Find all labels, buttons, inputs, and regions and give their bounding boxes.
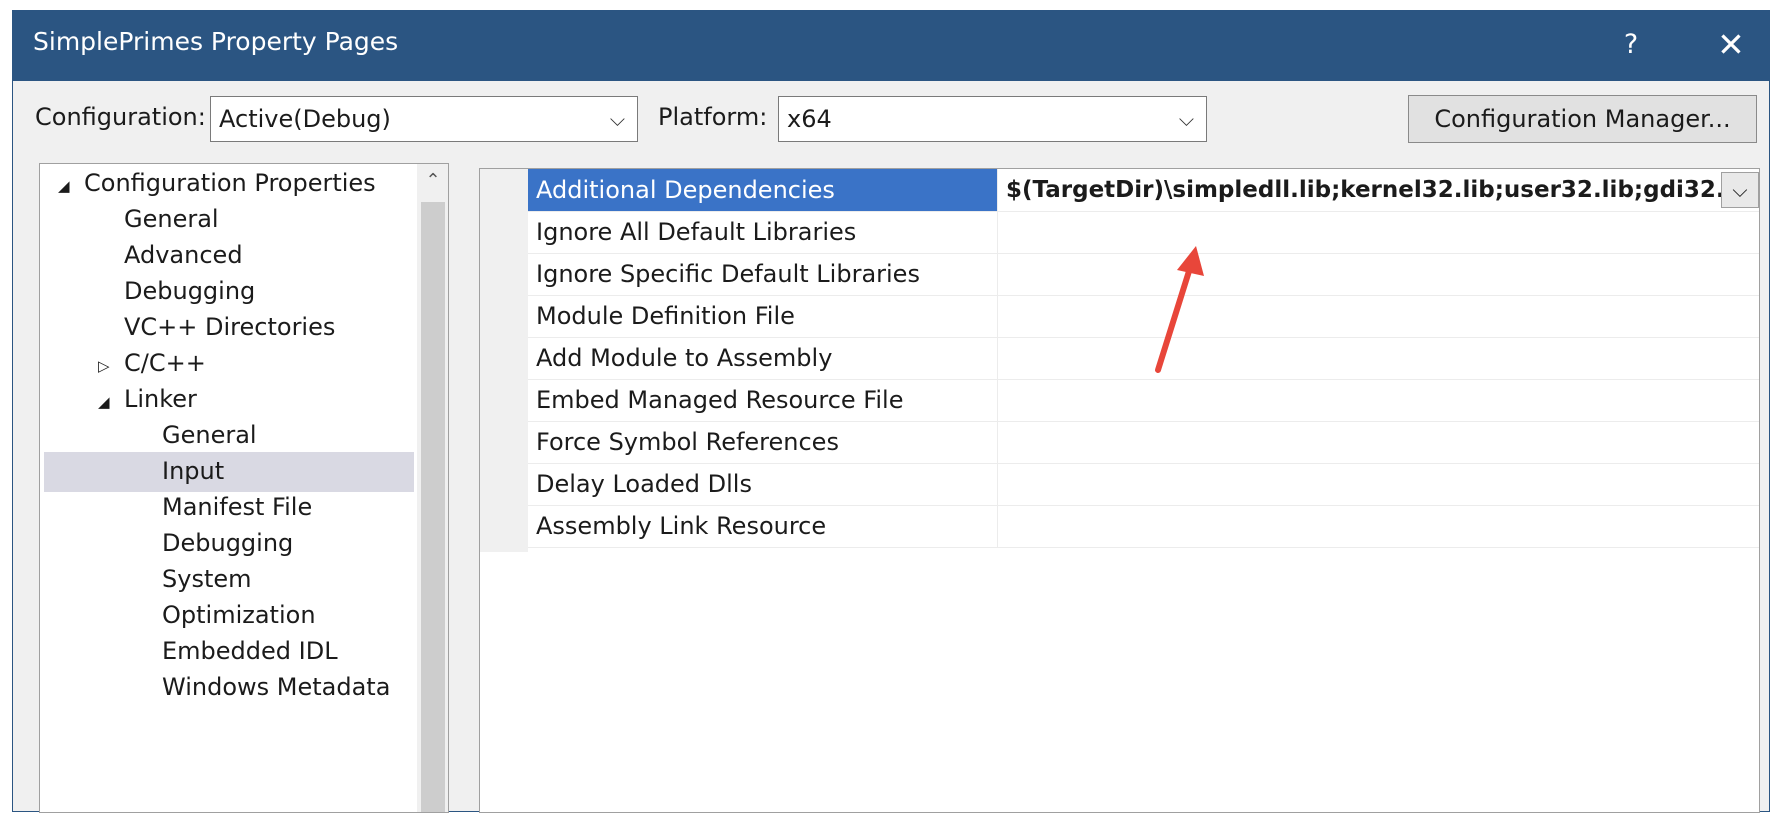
tree-scrollbar[interactable]: ⌃ (417, 164, 448, 812)
scroll-up-icon[interactable]: ⌃ (417, 170, 448, 191)
property-name: Force Symbol References (528, 421, 998, 463)
platform-label: Platform: (658, 103, 768, 131)
tree-item-embedded-idl[interactable]: Embedded IDL (162, 632, 338, 670)
property-name: Ignore All Default Libraries (528, 211, 998, 253)
tree-item-general[interactable]: General (124, 200, 219, 238)
property-name: Assembly Link Resource (528, 505, 998, 547)
grid-row-embed-managed-resource-file[interactable]: Embed Managed Resource File (528, 379, 1759, 422)
platform-value: x64 (787, 105, 832, 133)
grid-row-module-definition-file[interactable]: Module Definition File (528, 295, 1759, 338)
grid-row-additional-dependencies[interactable]: Additional Dependencies $(TargetDir)\sim… (528, 169, 1759, 212)
close-button[interactable]: ✕ (1703, 21, 1759, 69)
property-value: $(TargetDir)\simpledll.lib;kernel32.lib;… (1006, 177, 1741, 203)
window-title: SimplePrimes Property Pages (33, 27, 399, 56)
property-value[interactable] (998, 253, 1759, 295)
grid-gutter (480, 169, 528, 552)
property-value[interactable] (998, 463, 1759, 505)
property-name: Add Module to Assembly (528, 337, 998, 379)
expanded-triangle-icon[interactable]: ◢ (58, 167, 84, 205)
tree-item-optimization[interactable]: Optimization (162, 596, 316, 634)
tree-item-system[interactable]: System (162, 560, 252, 598)
property-value[interactable] (998, 337, 1759, 379)
expanded-triangle-icon[interactable]: ◢ (98, 383, 124, 421)
property-value-field[interactable]: $(TargetDir)\simpledll.lib;kernel32.lib;… (998, 169, 1759, 211)
property-value[interactable] (998, 505, 1759, 547)
grid-row-force-symbol-references[interactable]: Force Symbol References (528, 421, 1759, 464)
tree-item-configuration-properties[interactable]: ◢ Configuration Properties (58, 164, 376, 202)
configuration-value: Active(Debug) (219, 105, 391, 133)
tree-item-linker[interactable]: ◢ Linker (98, 380, 197, 418)
grid-row-assembly-link-resource[interactable]: Assembly Link Resource (528, 505, 1759, 548)
tree-item-manifest-file[interactable]: Manifest File (162, 488, 312, 526)
dropdown-button[interactable]: ⌵ (1721, 172, 1759, 208)
property-value[interactable] (998, 295, 1759, 337)
help-button[interactable]: ? (1603, 21, 1659, 69)
property-pages-dialog: SimplePrimes Property Pages ? ✕ Configur… (12, 10, 1770, 813)
tree-item-linker-input[interactable]: Input (162, 452, 224, 490)
tree-item-linker-general[interactable]: General (162, 416, 257, 454)
property-name: Ignore Specific Default Libraries (528, 253, 998, 295)
property-name: Embed Managed Resource File (528, 379, 998, 421)
grid-row-delay-loaded-dlls[interactable]: Delay Loaded Dlls (528, 463, 1759, 506)
property-value[interactable] (998, 211, 1759, 253)
tree-selection-highlight (44, 452, 414, 492)
title-bar: SimplePrimes Property Pages ? ✕ (13, 11, 1769, 81)
tree-item-label: C/C++ (124, 349, 206, 377)
tree-item-debugging[interactable]: Debugging (124, 272, 255, 310)
property-name: Module Definition File (528, 295, 998, 337)
grid-row-ignore-specific-default-libraries[interactable]: Ignore Specific Default Libraries (528, 253, 1759, 296)
property-value[interactable] (998, 421, 1759, 463)
tree-item-label: Configuration Properties (84, 169, 376, 197)
property-name: Additional Dependencies (528, 169, 998, 211)
chevron-down-icon: ⌵ (1178, 107, 1194, 131)
property-grid: Additional Dependencies $(TargetDir)\sim… (479, 168, 1760, 813)
tree-item-vc-directories[interactable]: VC++ Directories (124, 308, 335, 346)
configuration-label: Configuration: (35, 103, 206, 131)
platform-select[interactable]: x64 ⌵ (778, 96, 1207, 142)
property-name: Delay Loaded Dlls (528, 463, 998, 505)
property-value[interactable] (998, 379, 1759, 421)
grid-row-add-module-to-assembly[interactable]: Add Module to Assembly (528, 337, 1759, 380)
configuration-manager-button[interactable]: Configuration Manager... (1408, 95, 1757, 143)
grid-row-ignore-all-default-libraries[interactable]: Ignore All Default Libraries (528, 211, 1759, 254)
tree-item-cpp[interactable]: ▷ C/C++ (98, 344, 206, 382)
scrollbar-thumb[interactable] (421, 202, 445, 812)
chevron-down-icon: ⌵ (1732, 178, 1748, 202)
tree-item-label: Linker (124, 385, 197, 413)
property-tree: ◢ Configuration Properties General Advanc… (39, 163, 449, 813)
tree-item-advanced[interactable]: Advanced (124, 236, 243, 274)
chevron-down-icon: ⌵ (609, 107, 625, 131)
tree-item-linker-debugging[interactable]: Debugging (162, 524, 293, 562)
configuration-select[interactable]: Active(Debug) ⌵ (210, 96, 638, 142)
tree-item-windows-metadata[interactable]: Windows Metadata (162, 668, 390, 706)
